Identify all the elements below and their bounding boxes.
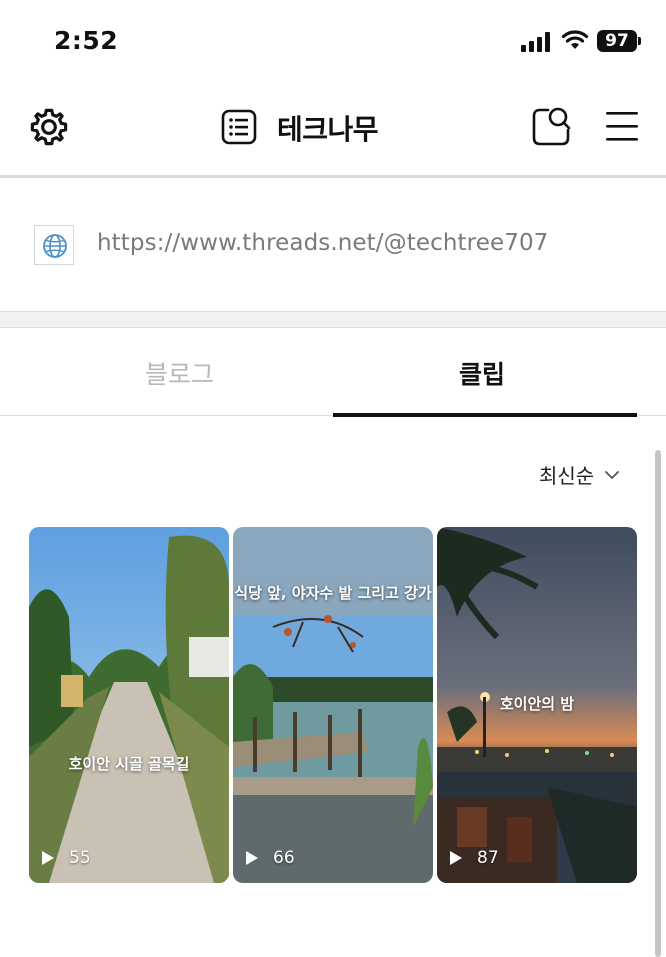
list-icon — [221, 109, 257, 145]
clip-caption: 호이안의 밤 — [499, 695, 575, 713]
clip-views: 66 — [245, 848, 295, 868]
clip-views: 87 — [449, 848, 499, 868]
scrollbar[interactable] — [655, 450, 661, 957]
sort-dropdown[interactable]: 최신순 — [539, 460, 620, 489]
clip-card-2[interactable]: 식당 앞, 야자수 밭 그리고 강가 66 — [233, 527, 433, 883]
clip-views: 55 — [41, 848, 91, 868]
search-icon[interactable] — [530, 104, 572, 148]
wifi-icon — [561, 30, 589, 49]
view-count: 66 — [273, 848, 295, 868]
clip-card-1[interactable]: 호이안 시골 골목길 55 — [29, 527, 229, 883]
chevron-down-icon — [605, 470, 620, 479]
clip-thumbnail-1 — [29, 527, 229, 883]
menu-icon[interactable] — [604, 110, 640, 142]
battery-indicator: 97 — [597, 30, 637, 52]
battery-tip — [638, 37, 641, 45]
sort-label: 최신순 — [539, 464, 595, 488]
page-title: 테크나무 — [277, 113, 379, 146]
play-icon — [246, 851, 258, 865]
tab-blog[interactable]: 블로그 — [145, 355, 214, 391]
cellular-signal-icon — [521, 32, 550, 52]
clip-card-3[interactable]: 호이안의 밤 87 — [437, 527, 637, 883]
play-icon — [42, 851, 54, 865]
globe-icon-box — [34, 225, 74, 265]
view-count: 87 — [477, 848, 499, 868]
clip-caption: 호이안 시골 골목길 — [68, 755, 190, 773]
status-time: 2:52 — [54, 26, 119, 55]
clip-thumbnail-2 — [233, 527, 433, 883]
play-icon — [450, 851, 462, 865]
profile-url[interactable]: https://www.threads.net/@techtree707 — [97, 230, 548, 256]
tab-clip[interactable]: 클립 — [459, 355, 505, 391]
section-divider — [0, 311, 666, 328]
view-count: 55 — [69, 848, 91, 868]
gear-icon[interactable] — [28, 106, 70, 148]
globe-icon — [43, 234, 67, 258]
clip-caption: 식당 앞, 야자수 밭 그리고 강가 — [234, 584, 432, 602]
active-tab-indicator — [333, 413, 637, 417]
